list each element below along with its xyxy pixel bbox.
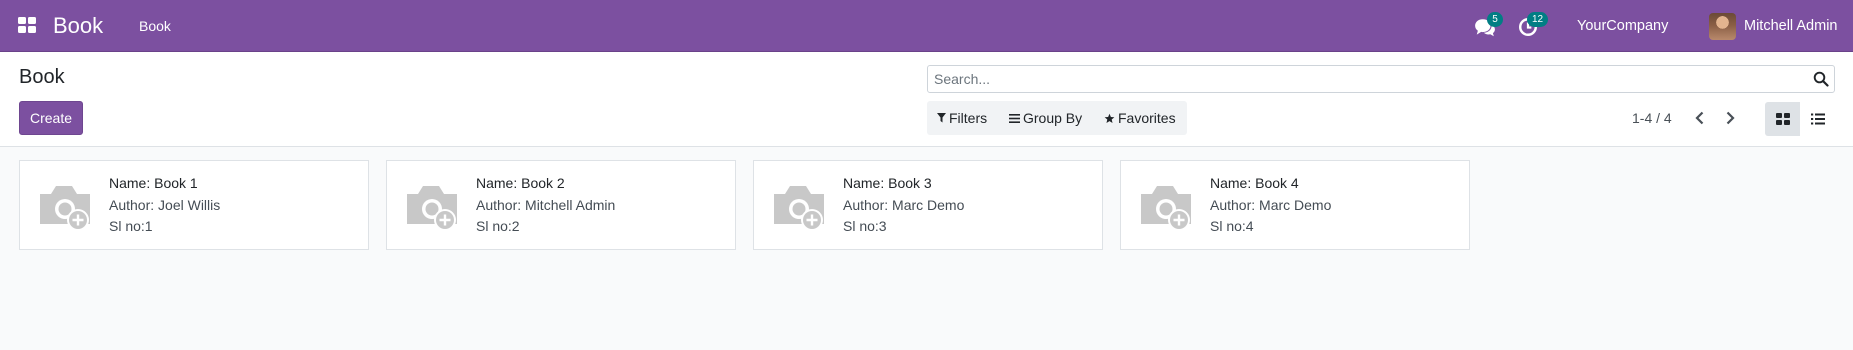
camera-add-icon (407, 186, 457, 231)
card-slno: Sl no:2 (476, 218, 520, 234)
search-bar (927, 65, 1835, 93)
kanban-card[interactable]: Name: Book 2 Author: Mitchell Admin Sl n… (386, 160, 736, 250)
search-options: Filters Group By Favorites (927, 101, 1187, 135)
card-author: Author: Marc Demo (843, 196, 965, 213)
chevron-left-icon[interactable] (1690, 108, 1710, 128)
favorites-label: Favorites (1118, 110, 1176, 126)
card-author: Author: Joel Willis (109, 196, 221, 213)
kanban-card[interactable]: Name: Book 1 Author: Joel Willis Sl no:1 (19, 160, 369, 250)
camera-add-icon (40, 186, 90, 231)
group-by-button[interactable]: Group By (1009, 110, 1082, 126)
card-author: Author: Mitchell Admin (476, 196, 616, 213)
menu-item-book[interactable]: Book (139, 18, 171, 34)
search-input[interactable] (934, 69, 1794, 89)
filters-label: Filters (949, 110, 988, 126)
search-icon[interactable] (1813, 71, 1829, 87)
page-title: Book (19, 66, 65, 88)
create-button[interactable]: Create (19, 101, 83, 135)
card-author: Author: Marc Demo (1210, 196, 1332, 213)
avatar[interactable] (1709, 13, 1736, 40)
card-name: Name: Book 2 (476, 175, 565, 191)
kanban-view-icon (1776, 113, 1790, 125)
kanban-card[interactable]: Name: Book 4 Author: Marc Demo Sl no:4 (1120, 160, 1470, 250)
control-panel: Book Create Filters Group By Favorites 1… (0, 52, 1853, 147)
top-navbar: Book Book 5 12 YourCompany Mitchell Admi… (0, 0, 1853, 52)
card-name: Name: Book 3 (843, 175, 932, 191)
pager-value[interactable]: 1-4 / 4 (1632, 110, 1672, 126)
app-brand[interactable]: Book (53, 13, 103, 39)
star-icon (1104, 113, 1115, 123)
kanban-view-button[interactable] (1765, 102, 1800, 136)
group-by-label: Group By (1023, 110, 1083, 126)
camera-add-icon (774, 186, 824, 231)
list-view-icon (1811, 113, 1825, 125)
card-name: Name: Book 4 (1210, 175, 1299, 191)
favorites-button[interactable]: Favorites (1104, 110, 1176, 126)
card-slno: Sl no:4 (1210, 218, 1254, 234)
camera-add-icon (1141, 186, 1191, 231)
group-by-icon (1009, 113, 1020, 123)
chevron-right-icon[interactable] (1720, 108, 1740, 128)
filter-icon (937, 113, 946, 123)
activities-badge: 12 (1527, 12, 1549, 27)
card-slno: Sl no:1 (109, 218, 153, 234)
apps-grid-icon[interactable] (18, 17, 36, 35)
card-name: Name: Book 1 (109, 175, 198, 191)
list-view-button[interactable] (1800, 102, 1835, 136)
filters-button[interactable]: Filters (937, 110, 987, 126)
card-slno: Sl no:3 (843, 218, 887, 234)
company-switcher[interactable]: YourCompany (1577, 18, 1668, 34)
user-menu[interactable]: Mitchell Admin (1744, 18, 1837, 34)
messages-badge: 5 (1487, 12, 1503, 27)
kanban-card[interactable]: Name: Book 3 Author: Marc Demo Sl no:3 (753, 160, 1103, 250)
